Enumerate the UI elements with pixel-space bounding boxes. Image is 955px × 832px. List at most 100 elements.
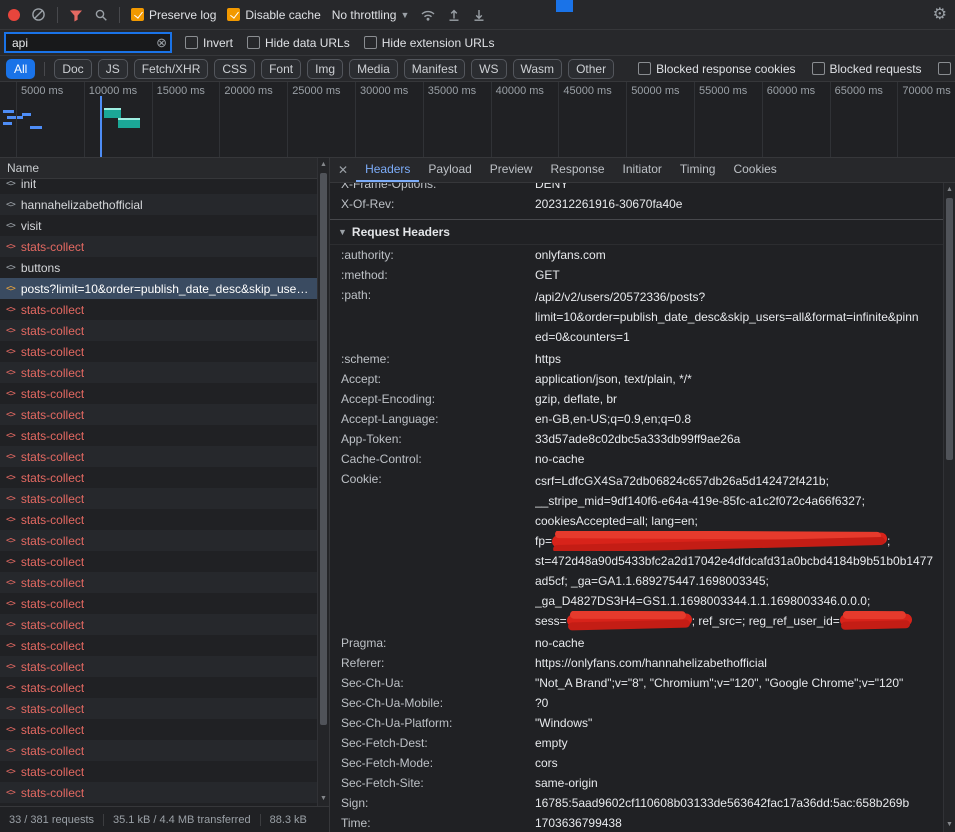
filter-input[interactable] <box>5 33 171 52</box>
request-row[interactable]: <>stats-collect <box>0 551 317 572</box>
request-row[interactable]: <>stats-collect <box>0 677 317 698</box>
header-name: Time: <box>341 815 535 831</box>
timeline-gridline <box>762 82 763 157</box>
request-row[interactable]: <>stats-collect <box>0 740 317 761</box>
clear-network-log-icon[interactable] <box>31 7 46 22</box>
filter-checkbox-blocked-requests[interactable]: Blocked requests <box>812 62 922 76</box>
timeline-gridline <box>897 82 898 157</box>
request-row[interactable]: <>stats-collect <box>0 404 317 425</box>
request-row[interactable]: <>stats-collect <box>0 320 317 341</box>
request-row[interactable]: <>stats-collect <box>0 509 317 530</box>
disable-cache-checkbox[interactable]: Disable cache <box>227 8 320 22</box>
request-name: stats-collect <box>21 765 84 779</box>
request-row[interactable]: <>stats-collect <box>0 362 317 383</box>
preserve-log-label: Preserve log <box>149 8 216 22</box>
request-row[interactable]: <>stats-collect <box>0 383 317 404</box>
request-row[interactable]: <>stats-collect <box>0 467 317 488</box>
tab-timing[interactable]: Timing <box>671 158 725 182</box>
script-file-icon: <> <box>6 221 15 231</box>
request-row[interactable]: <>stats-collect <box>0 593 317 614</box>
request-row[interactable]: <>stats-collect <box>0 446 317 467</box>
request-row[interactable]: <>stats-collect <box>0 698 317 719</box>
invert-checkbox[interactable]: Invert <box>185 36 233 50</box>
filter-chip-wasm[interactable]: Wasm <box>513 59 563 79</box>
scrollbar-thumb[interactable] <box>320 173 327 725</box>
export-har-icon[interactable] <box>472 8 486 22</box>
request-row[interactable]: <>posts?limit=10&order=publish_date_desc… <box>0 278 317 299</box>
script-file-icon: <> <box>6 536 15 546</box>
request-row[interactable]: <>stats-collect <box>0 719 317 740</box>
record-network-log-icon[interactable] <box>8 9 20 21</box>
request-row[interactable]: <>stats-collect <box>0 425 317 446</box>
scroll-up-icon[interactable]: ▲ <box>318 159 329 171</box>
search-icon[interactable] <box>94 8 108 22</box>
settings-gear-icon[interactable]: ⚙ <box>933 7 947 23</box>
hide-extension-urls-checkbox[interactable]: Hide extension URLs <box>364 36 495 50</box>
request-row[interactable]: <>visit <box>0 215 317 236</box>
clear-filter-icon[interactable]: ⊗ <box>156 35 167 50</box>
name-column-header[interactable]: Name <box>0 158 317 179</box>
request-row[interactable]: <>stats-collect <box>0 341 317 362</box>
header-value-line: ad5cf; _ga=GA1.1.689275447.1698003345; <box>535 571 937 591</box>
script-file-icon: <> <box>6 368 15 378</box>
tab-headers[interactable]: Headers <box>356 158 419 182</box>
filter-chip-fetch-xhr[interactable]: Fetch/XHR <box>134 59 209 79</box>
preserve-log-checkbox[interactable]: Preserve log <box>131 8 216 22</box>
throttling-dropdown[interactable]: No throttling ▼ <box>332 8 410 22</box>
tab-initiator[interactable]: Initiator <box>614 158 671 182</box>
details-scrollbar[interactable]: ▲ ▼ <box>943 183 955 832</box>
scroll-down-icon[interactable]: ▼ <box>944 819 955 831</box>
scroll-down-icon[interactable]: ▼ <box>318 793 329 805</box>
request-row[interactable]: <> stats-collect <box>0 761 317 782</box>
filter-icon[interactable] <box>69 8 83 22</box>
tab-preview[interactable]: Preview <box>481 158 542 182</box>
close-details-icon[interactable]: ✕ <box>336 163 356 177</box>
filter-chip-ws[interactable]: WS <box>471 59 506 79</box>
request-name: stats-collect <box>21 618 84 632</box>
network-conditions-icon[interactable] <box>420 8 436 22</box>
request-row[interactable]: <>stats-collect <box>0 635 317 656</box>
tab-response[interactable]: Response <box>541 158 613 182</box>
request-row[interactable]: <>stats-collect <box>0 488 317 509</box>
request-name: buttons <box>21 261 60 275</box>
request-headers-section[interactable]: ▼ Request Headers <box>330 219 943 245</box>
scroll-up-icon[interactable]: ▲ <box>944 184 955 196</box>
filter-checkbox-3rd-party-requests[interactable]: 3rd-party requests <box>938 62 955 76</box>
filter-chip-css[interactable]: CSS <box>214 59 255 79</box>
header-value: 16785:5aad9602cf110608b03133de563642fac1… <box>535 795 937 811</box>
import-har-icon[interactable] <box>447 8 461 22</box>
filter-chip-font[interactable]: Font <box>261 59 301 79</box>
request-row[interactable]: <>stats-collect <box>0 656 317 677</box>
request-row[interactable]: <>stats-collect <box>0 782 317 803</box>
script-file-icon: <> <box>6 767 15 777</box>
header-row: Sec-Fetch-Mode:cors <box>330 753 943 773</box>
timeline-gridline <box>558 82 559 157</box>
request-row[interactable]: <>init <box>0 179 317 194</box>
filter-chip-other[interactable]: Other <box>568 59 614 79</box>
header-row: :method:GET <box>330 265 943 285</box>
request-list-scrollbar[interactable]: ▲ ▼ <box>317 158 329 806</box>
request-row[interactable]: <>stats-collect <box>0 236 317 257</box>
filter-chip-media[interactable]: Media <box>349 59 398 79</box>
header-row: Sec-Ch-Ua:"Not_A Brand";v="8", "Chromium… <box>330 673 943 693</box>
overview-timeline[interactable]: 5000 ms10000 ms15000 ms20000 ms25000 ms3… <box>0 82 955 158</box>
request-row[interactable]: <>stats-collect <box>0 614 317 635</box>
tab-cookies[interactable]: Cookies <box>724 158 785 182</box>
filter-checkbox-blocked-response-cookies[interactable]: Blocked response cookies <box>638 62 795 76</box>
filter-chip-manifest[interactable]: Manifest <box>404 59 465 79</box>
scrollbar-thumb[interactable] <box>946 198 953 460</box>
filter-chip-all[interactable]: All <box>6 59 35 79</box>
hide-data-urls-checkbox[interactable]: Hide data URLs <box>247 36 350 50</box>
request-row[interactable]: <>stats-collect <box>0 299 317 320</box>
filter-chip-img[interactable]: Img <box>307 59 343 79</box>
filter-chip-doc[interactable]: Doc <box>54 59 91 79</box>
headers-content: X-Frame-Options:DENYX-Of-Rev:20231226191… <box>330 183 943 832</box>
tab-payload[interactable]: Payload <box>419 158 480 182</box>
request-row[interactable]: <>stats-collect <box>0 572 317 593</box>
advanced-filters: Blocked response cookies Blocked requests… <box>638 62 955 76</box>
request-name: stats-collect <box>21 492 84 506</box>
filter-chip-js[interactable]: JS <box>98 59 128 79</box>
request-row[interactable]: <>stats-collect <box>0 530 317 551</box>
request-row[interactable]: <>hannahelizabethofficial <box>0 194 317 215</box>
request-row[interactable]: <>buttons <box>0 257 317 278</box>
